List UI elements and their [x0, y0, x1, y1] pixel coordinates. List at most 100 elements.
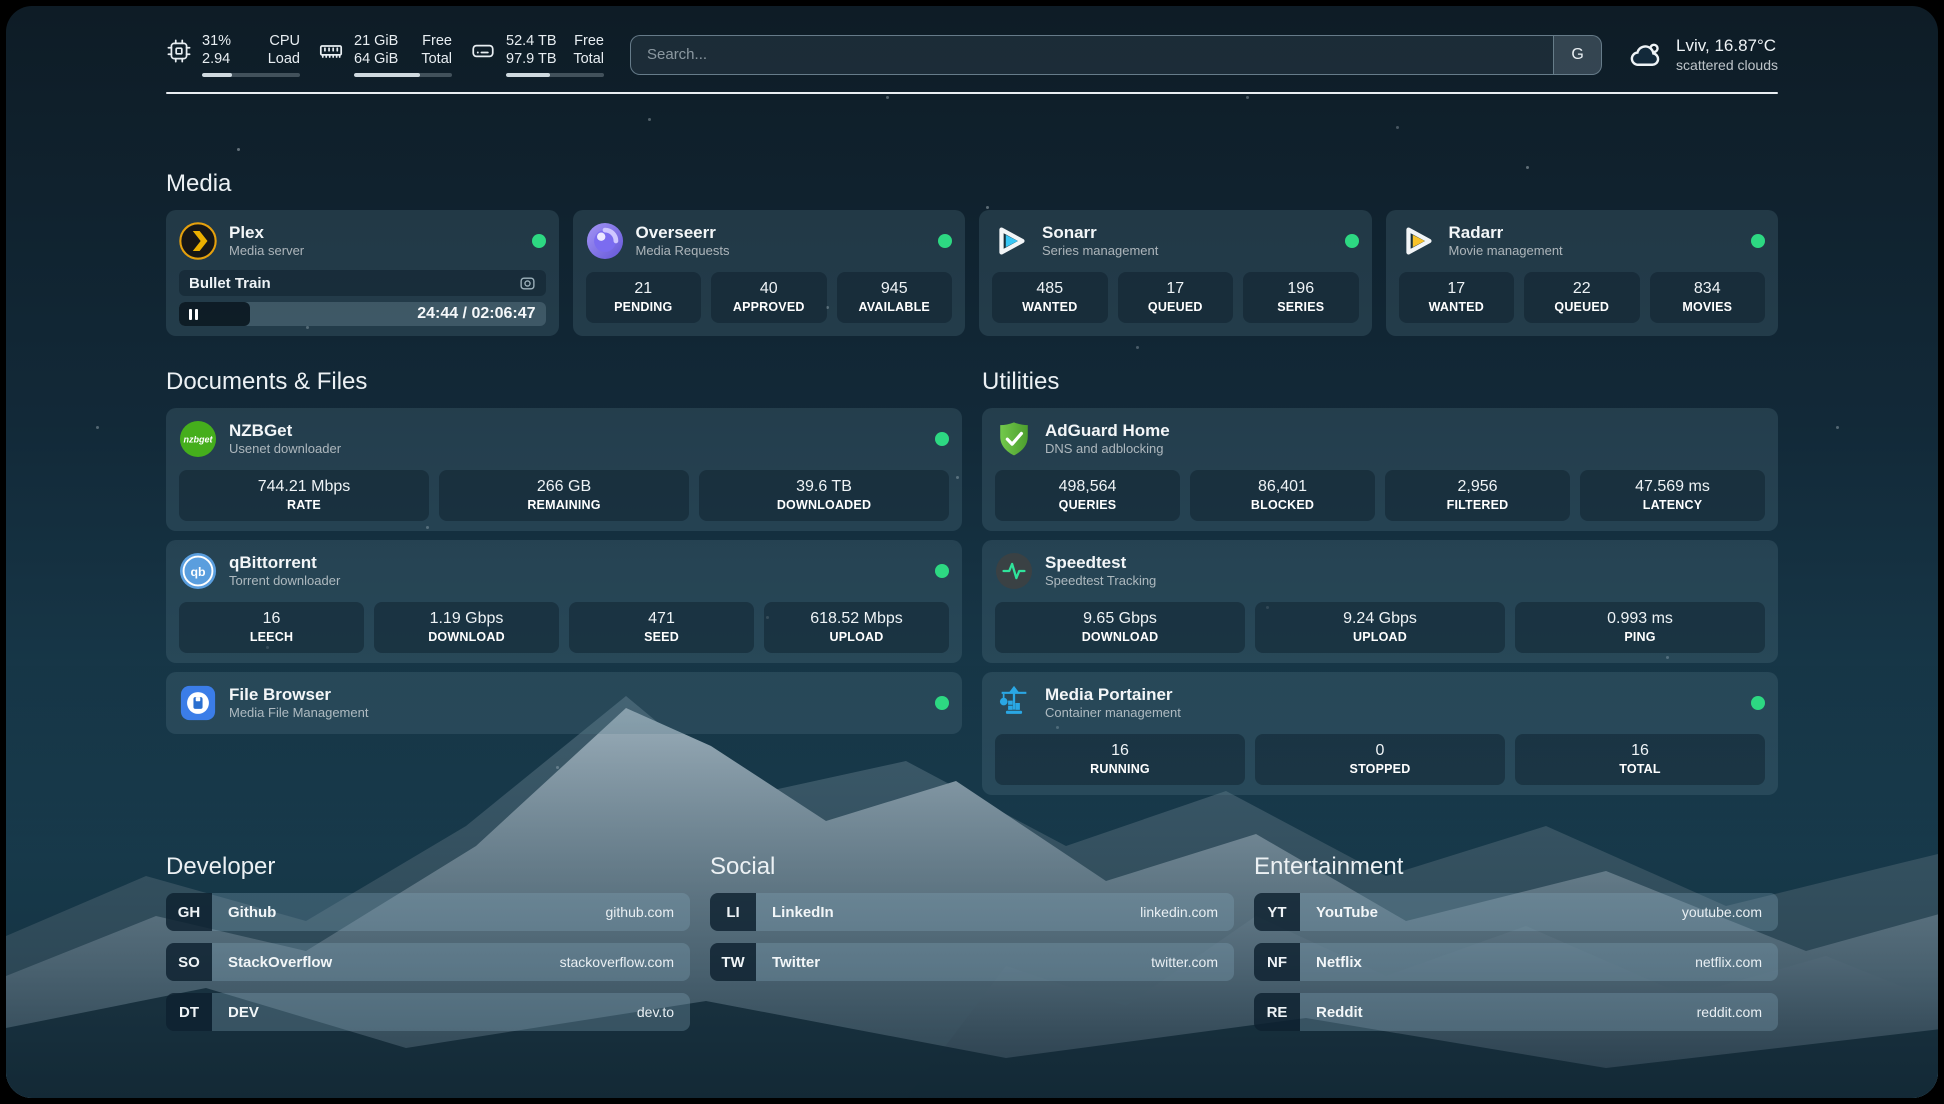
adguard-name: AdGuard Home: [1045, 421, 1170, 440]
sonarr-stat-queued: 17QUEUED: [1118, 272, 1234, 323]
nzbget-card[interactable]: nzbget NZBGet Usenet downloader 744.21 M…: [166, 408, 962, 531]
cpu-icon: [166, 38, 192, 64]
entertainment-section-title: Entertainment: [1254, 853, 1778, 881]
adguard-card[interactable]: AdGuard Home DNS and adblocking 498,564Q…: [982, 408, 1778, 531]
twitter-url: twitter.com: [1151, 954, 1218, 970]
stackoverflow-url: stackoverflow.com: [560, 954, 674, 970]
documents-section-title: Documents & Files: [166, 368, 962, 396]
nzbget-name: NZBGet: [229, 421, 292, 440]
link-youtube[interactable]: YT YouTubeyoutube.com: [1254, 893, 1778, 931]
qbittorrent-icon: qb: [179, 552, 217, 590]
stackoverflow-badge: SO: [166, 943, 212, 981]
adguard-desc: DNS and adblocking: [1045, 441, 1170, 457]
qbittorrent-stat-upload: 618.52 MbpsUPLOAD: [764, 602, 949, 653]
youtube-url: youtube.com: [1682, 904, 1762, 920]
filebrowser-name: File Browser: [229, 685, 331, 704]
filebrowser-card[interactable]: File Browser Media File Management: [166, 672, 962, 734]
ram-free-label: Free: [422, 32, 452, 50]
search-bar: G: [630, 35, 1602, 75]
qbittorrent-stat-download: 1.19 GbpsDOWNLOAD: [374, 602, 559, 653]
qbittorrent-card[interactable]: qb qBittorrent Torrent downloader 16LEEC…: [166, 540, 962, 663]
disk-free-value: 52.4 TB: [506, 32, 557, 50]
plex-desc: Media server: [229, 243, 304, 259]
disk-total-value: 97.9 TB: [506, 50, 557, 68]
stackoverflow-name: StackOverflow: [228, 954, 332, 971]
nzbget-stat-remaining: 266 GBREMAINING: [439, 470, 689, 521]
search-input[interactable]: [631, 36, 1553, 74]
dev-name: DEV: [228, 1004, 259, 1021]
cpu-usage-value: 31%: [202, 32, 231, 50]
section-media: Media Plex Media server: [166, 170, 1778, 336]
radarr-stat-wanted: 17WANTED: [1399, 272, 1515, 323]
sonarr-name: Sonarr: [1042, 223, 1097, 242]
overseerr-stat-available: 945AVAILABLE: [837, 272, 953, 323]
portainer-card[interactable]: Media Portainer Container management 16R…: [982, 672, 1778, 795]
overseerr-desc: Media Requests: [636, 243, 730, 259]
sonarr-desc: Series management: [1042, 243, 1158, 259]
cpu-load-label: Load: [268, 50, 300, 68]
section-utilities: Utilities AdGuard Home DNS and adblockin…: [982, 368, 1778, 795]
radarr-card[interactable]: Radarr Movie management 17WANTED 22QUEUE…: [1386, 210, 1779, 336]
speedtest-name: Speedtest: [1045, 553, 1126, 572]
system-stats: 31%CPU 2.94Load 21 GiBFree 64 GiBTotal: [166, 32, 604, 77]
section-social: Social LI LinkedInlinkedin.com TW Twitte…: [710, 853, 1234, 1043]
youtube-name: YouTube: [1316, 904, 1378, 921]
dev-url: dev.to: [637, 1004, 674, 1020]
link-dev[interactable]: DT DEVdev.to: [166, 993, 690, 1031]
filebrowser-status-dot: [935, 696, 949, 710]
link-twitter[interactable]: TW Twittertwitter.com: [710, 943, 1234, 981]
link-reddit[interactable]: RE Redditreddit.com: [1254, 993, 1778, 1031]
radarr-status-dot: [1751, 234, 1765, 248]
adguard-stat-filtered: 2,956FILTERED: [1385, 470, 1570, 521]
twitter-badge: TW: [710, 943, 756, 981]
overseerr-status-dot: [938, 234, 952, 248]
weather-widget: Lviv, 16.87°C scattered clouds: [1628, 35, 1778, 74]
link-stackoverflow[interactable]: SO StackOverflow stackoverflow.com: [166, 943, 690, 981]
portainer-icon: [995, 684, 1033, 722]
radarr-stat-queued: 22QUEUED: [1524, 272, 1640, 323]
netflix-url: netflix.com: [1695, 954, 1762, 970]
radarr-name: Radarr: [1449, 223, 1504, 242]
camera-icon[interactable]: [519, 275, 536, 292]
disk-icon: [470, 38, 496, 64]
cloud-icon: [1628, 37, 1664, 73]
cpu-progress-bar: [202, 73, 300, 77]
disk-progress-bar: [506, 73, 604, 77]
overseerr-name: Overseerr: [636, 223, 716, 242]
plex-now-playing: Bullet Train: [179, 270, 546, 296]
plex-card[interactable]: Plex Media server Bullet Train: [166, 210, 559, 336]
disk-total-label: Total: [573, 50, 604, 68]
qbittorrent-stat-leech: 16LEECH: [179, 602, 364, 653]
github-url: github.com: [606, 904, 674, 920]
radarr-desc: Movie management: [1449, 243, 1563, 259]
github-badge: GH: [166, 893, 212, 931]
qbittorrent-stat-seed: 471SEED: [569, 602, 754, 653]
link-netflix[interactable]: NF Netflixnetflix.com: [1254, 943, 1778, 981]
utilities-section-title: Utilities: [982, 368, 1778, 396]
linkedin-url: linkedin.com: [1140, 904, 1218, 920]
link-github[interactable]: GH Github github.com: [166, 893, 690, 931]
speedtest-card[interactable]: Speedtest Speedtest Tracking 9.65 GbpsDO…: [982, 540, 1778, 663]
filebrowser-icon: [179, 684, 217, 722]
adguard-stat-queries: 498,564QUERIES: [995, 470, 1180, 521]
disk-free-label: Free: [574, 32, 604, 50]
portainer-status-dot: [1751, 696, 1765, 710]
dashboard-screen: 31%CPU 2.94Load 21 GiBFree 64 GiBTotal: [6, 6, 1938, 1098]
sonarr-stat-series: 196SERIES: [1243, 272, 1359, 323]
reddit-badge: RE: [1254, 993, 1300, 1031]
plex-progress-bar[interactable]: 24:44 / 02:06:47: [179, 302, 546, 326]
section-documents: Documents & Files nzbget NZBGet Usenet d…: [166, 368, 962, 795]
link-linkedin[interactable]: LI LinkedInlinkedin.com: [710, 893, 1234, 931]
section-entertainment: Entertainment YT YouTubeyoutube.com NF N…: [1254, 853, 1778, 1043]
linkedin-name: LinkedIn: [772, 904, 834, 921]
pause-button[interactable]: [189, 309, 198, 320]
plex-icon: [179, 222, 217, 260]
portainer-stat-running: 16RUNNING: [995, 734, 1245, 785]
overseerr-card[interactable]: Overseerr Media Requests 21PENDING 40APP…: [573, 210, 966, 336]
svg-text:qb: qb: [190, 565, 206, 579]
sonarr-status-dot: [1345, 234, 1359, 248]
sonarr-card[interactable]: Sonarr Series management 485WANTED 17QUE…: [979, 210, 1372, 336]
top-bar: 31%CPU 2.94Load 21 GiBFree 64 GiBTotal: [166, 6, 1778, 77]
github-name: Github: [228, 904, 276, 921]
search-engine-button[interactable]: G: [1553, 36, 1601, 74]
